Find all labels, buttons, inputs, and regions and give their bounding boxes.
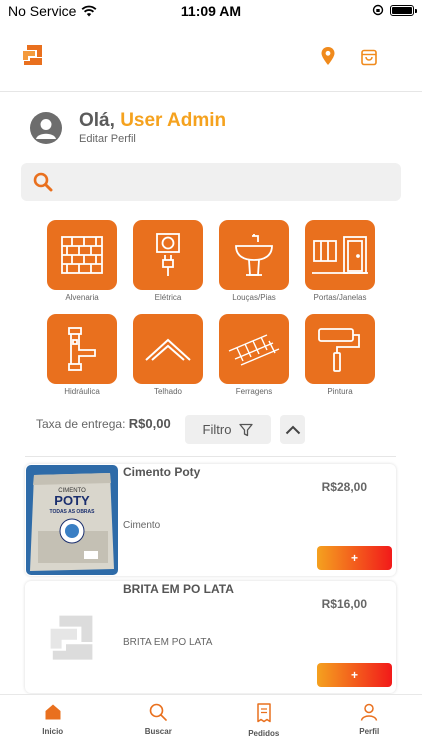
category-label: Portas/Janelas	[313, 293, 367, 302]
user-icon	[361, 703, 378, 721]
nav-label: Perfil	[359, 727, 380, 736]
sink-icon	[235, 234, 273, 276]
roof-icon	[145, 338, 191, 361]
greeting: Olá, User Admin	[79, 110, 226, 132]
divider	[25, 456, 396, 457]
edit-profile-link[interactable]: Editar Perfil	[79, 133, 226, 145]
filter-label: Filtro	[202, 422, 232, 437]
location-pin-icon[interactable]	[319, 46, 337, 66]
user-avatar-icon	[36, 118, 56, 139]
category-label: Alvenaria	[65, 293, 99, 302]
brand-logo-icon[interactable]	[20, 42, 46, 68]
nav-item-pedidos[interactable]: Pedidos	[211, 695, 317, 750]
category-grid: Alvenaria Elétrica Louças/Pias Portas/Ja…	[47, 220, 377, 396]
nav-item-buscar[interactable]: Buscar	[106, 695, 212, 750]
category-tile[interactable]	[47, 314, 117, 384]
category-tile[interactable]	[219, 314, 289, 384]
cement-bag-image: CIMENTO POTY TODAS AS OBRAS	[26, 465, 118, 575]
status-bar: No Service 11:09 AM	[0, 0, 422, 22]
greeting-prefix: Olá,	[79, 110, 115, 131]
nav-item-perfil[interactable]: Perfil	[317, 695, 422, 750]
product-card[interactable]: BRITA EM PO LATA R$16,00 BRITA EM PO LAT…	[25, 581, 396, 693]
product-name: Cimento Poty	[123, 465, 201, 479]
product-category: Cimento	[123, 520, 161, 531]
avatar[interactable]	[30, 111, 62, 144]
door-window-icon	[312, 236, 368, 274]
brick-wall-icon	[61, 236, 103, 274]
delivery-label: Taxa de entrega:	[36, 417, 126, 431]
search-icon[interactable]	[33, 172, 53, 192]
collapse-button[interactable]	[280, 415, 305, 444]
rebar-icon	[228, 334, 280, 366]
product-image-placeholder[interactable]	[26, 582, 118, 692]
product-name: BRITA EM PO LATA	[123, 582, 234, 596]
category-ferragens[interactable]: Ferragens	[219, 314, 289, 396]
search-icon	[149, 703, 168, 721]
category-telhado[interactable]: Telhado	[133, 314, 203, 396]
category-eletrica[interactable]: Elétrica	[133, 220, 203, 302]
product-category: BRITA EM PO LATA	[123, 637, 213, 648]
product-price: R$28,00	[321, 480, 367, 494]
search-bar[interactable]	[21, 163, 401, 201]
nav-label: Inicio	[42, 727, 64, 736]
nav-item-inicio[interactable]: Inicio	[0, 695, 106, 750]
pipe-icon	[68, 327, 96, 371]
bag-text-poty: POTY	[54, 493, 90, 508]
receipt-icon	[257, 703, 271, 723]
filter-button[interactable]: Filtro	[185, 415, 271, 444]
home-icon	[45, 704, 61, 720]
user-name: User Admin	[120, 110, 227, 131]
category-tile[interactable]	[133, 314, 203, 384]
category-label: Ferragens	[235, 387, 273, 396]
category-label: Pintura	[327, 387, 353, 396]
category-alvenaria[interactable]: Alvenaria	[47, 220, 117, 302]
category-portas-janelas[interactable]: Portas/Janelas	[305, 220, 375, 302]
category-tile[interactable]	[133, 220, 203, 290]
product-price: R$16,00	[321, 597, 367, 611]
delivery-value: R$0,00	[128, 416, 171, 431]
category-loucas-pias[interactable]: Louças/Pias	[219, 220, 289, 302]
chevron-up-icon	[285, 425, 300, 434]
brand-logo-placeholder-icon	[26, 582, 118, 692]
shopping-bag-icon[interactable]	[360, 46, 378, 66]
category-label: Hidráulica	[64, 387, 100, 396]
bottom-nav: Inicio Buscar Pedidos Perfil	[0, 694, 422, 750]
battery-icon	[390, 4, 417, 16]
orientation-lock-icon	[372, 4, 384, 16]
category-label: Elétrica	[154, 293, 182, 302]
app-header	[0, 22, 422, 92]
category-tile[interactable]	[305, 314, 375, 384]
product-card[interactable]: CIMENTO POTY TODAS AS OBRAS Cimento Poty…	[25, 464, 396, 576]
bag-text-todas: TODAS AS OBRAS	[49, 509, 95, 515]
category-tile[interactable]	[219, 220, 289, 290]
search-input[interactable]	[65, 169, 385, 195]
category-hidraulica[interactable]: Hidráulica	[47, 314, 117, 396]
electric-plug-icon	[156, 233, 180, 276]
nav-label: Buscar	[144, 727, 172, 736]
category-tile[interactable]	[47, 220, 117, 290]
nav-label: Pedidos	[248, 729, 280, 738]
add-to-cart-button[interactable]: +	[317, 663, 392, 687]
delivery-fee: Taxa de entrega: R$0,00	[36, 416, 171, 431]
profile-section[interactable]: Olá, User Admin Editar Perfil	[30, 110, 226, 145]
category-tile[interactable]	[305, 220, 375, 290]
category-label: Telhado	[153, 387, 183, 396]
filter-funnel-icon	[239, 423, 254, 436]
product-image[interactable]: CIMENTO POTY TODAS AS OBRAS	[26, 465, 118, 575]
category-label: Louças/Pias	[232, 293, 276, 302]
status-time: 11:09 AM	[180, 3, 242, 19]
category-pintura[interactable]: Pintura	[305, 314, 375, 396]
add-to-cart-button[interactable]: +	[317, 546, 392, 570]
paint-roller-icon	[318, 328, 360, 372]
